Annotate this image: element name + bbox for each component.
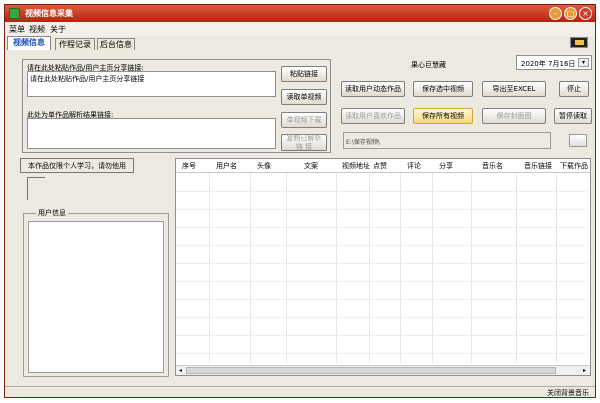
user-info-group: 用户信息 xyxy=(23,208,169,377)
save-cover-button[interactable]: 保存封面图 xyxy=(482,108,546,124)
control-title: 果心巨慧藏 xyxy=(411,61,446,69)
pause-reading-button[interactable]: 暂停读取 xyxy=(554,108,592,124)
column-header[interactable]: 文案 xyxy=(304,161,318,171)
grid-line xyxy=(176,353,586,354)
grid-line xyxy=(176,191,586,192)
scroll-right-icon[interactable]: ▸ xyxy=(580,367,589,374)
grid-line xyxy=(176,317,586,318)
tab-work-log[interactable]: 作程记录 xyxy=(55,38,95,50)
grid-line xyxy=(176,299,586,300)
stop-button[interactable]: 停止 xyxy=(559,81,589,97)
column-header[interactable]: 序号 xyxy=(182,161,196,171)
grid-line xyxy=(176,263,586,264)
grid-line xyxy=(176,227,586,228)
copy-parsed-link-button[interactable]: 复制已解析 链 接 xyxy=(281,134,327,151)
status-bar: 关闭背景音乐 xyxy=(5,386,595,397)
read-user-feed-button[interactable]: 读取用户动态作品 xyxy=(341,81,405,97)
column-header[interactable]: 分享 xyxy=(439,161,453,171)
bg-music-toggle[interactable]: 关闭背景音乐 xyxy=(547,388,589,397)
link-input[interactable]: 请在此处粘贴作品/用户主页分享链接 xyxy=(27,71,276,97)
column-header[interactable]: 头像 xyxy=(257,161,271,171)
title-bar: 视频信息采集 – □ × xyxy=(5,5,595,22)
menu-bar: 菜单 视频 关于 xyxy=(5,22,595,36)
tab-bar: 视频信息 作程记录 后台信息 xyxy=(5,36,595,50)
grid-line xyxy=(176,245,586,246)
chevron-down-icon[interactable]: ▾ xyxy=(578,58,589,67)
video-table[interactable]: 序号 用户名 头像 文案 视频地址 点赞 评论 分享 音乐名 音乐链接 下载作品 xyxy=(175,158,591,376)
column-header[interactable]: 视频地址 xyxy=(342,161,370,171)
save-path-text: E:\保存视频\ xyxy=(346,139,380,146)
date-picker[interactable]: 2020年 7月16日 ▾ xyxy=(516,55,592,70)
window-title: 视频信息采集 xyxy=(25,9,73,18)
column-header[interactable]: 点赞 xyxy=(373,161,387,171)
paste-link-button[interactable]: 粘贴链接 xyxy=(281,66,327,82)
column-header[interactable]: 音乐链接 xyxy=(524,161,552,171)
save-all-videos-button[interactable]: 保存所有视频 xyxy=(413,108,473,124)
browse-folder-button[interactable] xyxy=(569,134,587,147)
scroll-thumb[interactable] xyxy=(186,367,556,374)
save-selected-videos-button[interactable]: 保存选中视频 xyxy=(413,81,473,97)
avatar-frame xyxy=(27,177,45,200)
notice-label: 本作品仅限个人学习，请勿他用 xyxy=(20,158,134,173)
link-panel: 请在此处粘贴作品/用户主页分享链接: 请在此处粘贴作品/用户主页分享链接 此处为… xyxy=(22,59,331,153)
date-value: 2020年 7月16日 xyxy=(521,60,576,68)
download-single-video-button[interactable]: 单视频下载 xyxy=(281,112,327,128)
user-info-box xyxy=(28,221,164,373)
app-window: 视频信息采集 – □ × 菜单 视频 关于 视频信息 作程记录 后台信息 请在此… xyxy=(4,4,596,398)
result-field[interactable] xyxy=(27,118,276,149)
menu-item-video[interactable]: 视频 xyxy=(29,24,45,35)
column-header[interactable]: 音乐名 xyxy=(482,161,503,171)
minimize-button[interactable]: – xyxy=(549,7,562,20)
scroll-left-icon[interactable]: ◂ xyxy=(176,367,185,374)
menu-item-about[interactable]: 关于 xyxy=(50,24,66,35)
tab-video-info[interactable]: 视频信息 xyxy=(7,36,51,50)
column-header[interactable]: 用户名 xyxy=(216,161,237,171)
close-button[interactable]: × xyxy=(579,7,592,20)
grid-line xyxy=(176,209,586,210)
link-input-text: 请在此处粘贴作品/用户主页分享链接 xyxy=(30,75,145,83)
maximize-button[interactable]: □ xyxy=(564,7,577,20)
user-info-label: 用户信息 xyxy=(36,208,68,218)
tab-backend-info[interactable]: 后台信息 xyxy=(97,38,135,50)
table-header: 序号 用户名 头像 文案 视频地址 点赞 评论 分享 音乐名 音乐链接 下载作品 xyxy=(176,159,590,173)
logo-icon xyxy=(570,37,588,48)
column-header[interactable]: 下载作品 xyxy=(560,161,588,171)
read-user-likes-button[interactable]: 读取用户喜欢作品 xyxy=(341,108,405,124)
horizontal-scrollbar[interactable]: ◂ ▸ xyxy=(176,365,590,375)
app-icon xyxy=(9,8,20,19)
column-header[interactable]: 评论 xyxy=(407,161,421,171)
menu-item-menu[interactable]: 菜单 xyxy=(9,24,25,35)
save-path-field[interactable]: E:\保存视频\ xyxy=(343,132,551,149)
grid-line xyxy=(176,281,586,282)
export-excel-button[interactable]: 导出至EXCEL xyxy=(482,81,546,97)
grid-line xyxy=(176,335,586,336)
read-single-video-button[interactable]: 读取单视频 xyxy=(281,89,327,105)
